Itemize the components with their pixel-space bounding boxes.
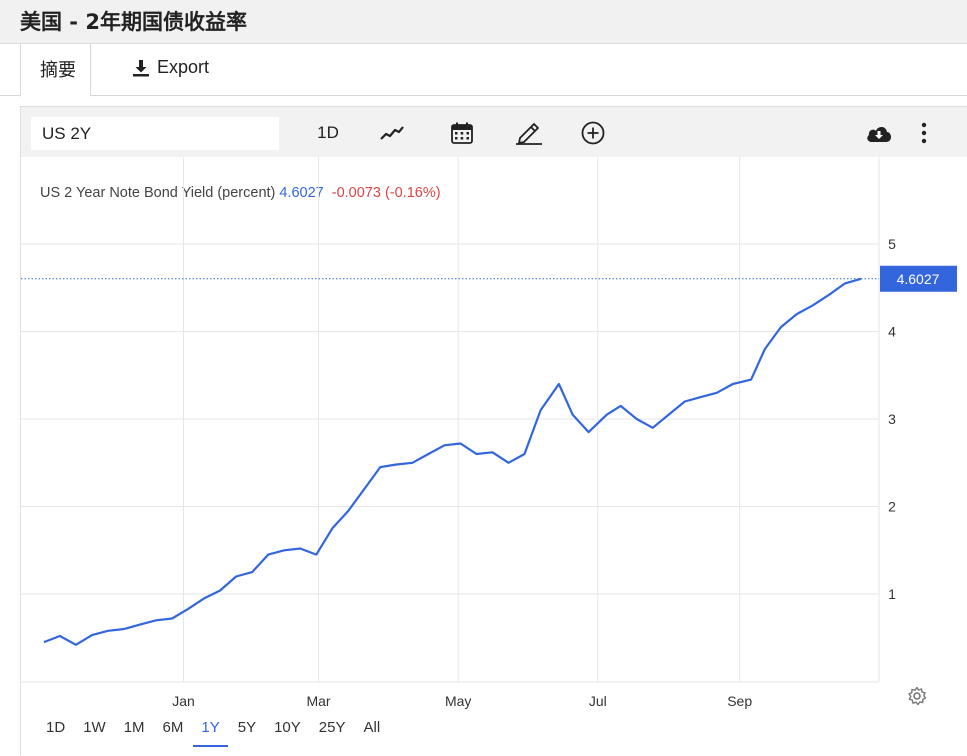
x-tick-label: Jul <box>589 693 607 709</box>
pencil-icon <box>516 123 542 145</box>
y-tick-label: 3 <box>888 411 896 427</box>
chart-container: 1D <box>20 106 967 755</box>
range-6m[interactable]: 6M <box>155 719 192 747</box>
line-chart[interactable]: 1 2 3 4 5 Jan Mar May Jul Sep 4.6027 <box>21 157 967 756</box>
date-range-button[interactable] <box>448 119 476 147</box>
range-selector: 1D 1W 1M 6M 1Y 5Y 10Y 25Y All <box>21 719 388 747</box>
range-10y[interactable]: 10Y <box>266 719 309 747</box>
range-1y[interactable]: 1Y <box>193 719 228 747</box>
range-5y[interactable]: 5Y <box>230 719 264 747</box>
y-tick-label: 5 <box>888 236 896 252</box>
add-indicator-button[interactable] <box>579 119 607 147</box>
symbol-input[interactable] <box>31 117 279 150</box>
line-chart-icon <box>380 126 404 140</box>
export-label: Export <box>157 57 210 77</box>
x-tick-label: Jan <box>172 693 195 709</box>
last-value-label: 4.6027 <box>897 271 940 287</box>
chart-settings-button[interactable] <box>907 686 927 711</box>
download-data-button[interactable] <box>864 119 894 147</box>
x-tick-label: May <box>445 693 471 709</box>
more-vertical-icon <box>921 122 927 144</box>
y-tick-label: 4 <box>888 324 896 340</box>
add-circle-icon <box>581 121 605 145</box>
cloud-download-icon <box>867 127 891 142</box>
gear-icon <box>908 686 927 706</box>
download-icon <box>133 59 149 76</box>
title-bar: 美国 - 2年期国债收益率 <box>0 0 967 44</box>
x-tick-label: Mar <box>306 693 330 709</box>
range-25y[interactable]: 25Y <box>311 719 354 747</box>
export-button[interactable]: Export <box>132 57 209 78</box>
series-line <box>43 277 862 646</box>
range-1m[interactable]: 1M <box>116 719 153 747</box>
range-all[interactable]: All <box>356 719 389 747</box>
tab-bar: 摘要 Export <box>0 44 967 97</box>
range-1w[interactable]: 1W <box>75 719 114 747</box>
calendar-icon <box>451 122 473 144</box>
page-title: 美国 - 2年期国债收益率 <box>20 10 247 34</box>
draw-button[interactable] <box>513 119 545 147</box>
tab-summary[interactable]: 摘要 <box>20 44 91 97</box>
y-tick-label: 1 <box>888 586 896 602</box>
interval-button[interactable]: 1D <box>313 119 343 147</box>
range-1d[interactable]: 1D <box>38 719 73 747</box>
x-tick-label: Sep <box>727 693 752 709</box>
chart-toolbar: 1D <box>21 107 967 157</box>
chart-type-button[interactable] <box>378 119 406 147</box>
more-button[interactable] <box>914 119 934 147</box>
y-tick-label: 2 <box>888 499 896 515</box>
